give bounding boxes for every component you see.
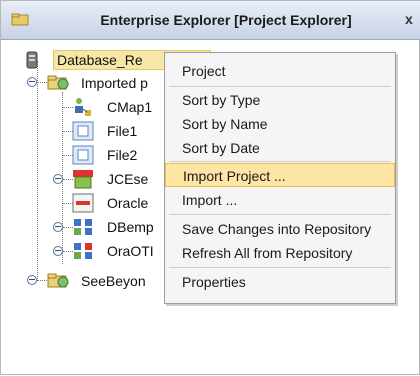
menu-item-label: Project — [182, 63, 226, 79]
tree-root-label: Database_Re — [57, 52, 143, 68]
oraoti-icon — [72, 240, 94, 262]
tree-item-label: Imported p — [81, 75, 148, 91]
tree-item-label: Oracle — [107, 195, 149, 211]
menu-separator — [169, 86, 391, 87]
collapse-icon[interactable] — [27, 77, 37, 87]
menu-item-label: Sort by Type — [182, 92, 261, 108]
tree-item-label: OraOTI — [107, 243, 154, 259]
project-folder-icon — [46, 73, 70, 91]
repository-icon — [26, 51, 38, 69]
menu-item-label: Properties — [182, 274, 246, 290]
tree-item-imported[interactable]: Imported p — [1, 71, 171, 95]
title-bar: Enterprise Explorer [Project Explorer] x — [1, 1, 420, 40]
tree-item-jcese[interactable]: JCEse — [1, 167, 171, 191]
oracle-icon — [72, 192, 94, 214]
menu-item-import-project[interactable]: Import Project ... — [165, 163, 395, 187]
menu-item-properties[interactable]: Properties — [165, 270, 395, 294]
project-folder-icon — [46, 271, 70, 289]
tree-item-label: DBemp — [107, 219, 154, 235]
menu-item-project[interactable]: Project — [165, 59, 395, 83]
menu-item-sort-by-name[interactable]: Sort by Name — [165, 112, 395, 136]
tree-item-label: File1 — [107, 123, 138, 139]
menu-item-label: Import Project ... — [183, 168, 286, 184]
window-title: Enterprise Explorer [Project Explorer] — [100, 12, 352, 28]
tree-item-label: File2 — [107, 147, 138, 163]
menu-item-import[interactable]: Import ... — [165, 188, 395, 212]
tree-item-file2[interactable]: File2 — [1, 143, 171, 167]
menu-item-label: Save Changes into Repository — [182, 221, 372, 237]
close-button[interactable]: x — [405, 11, 420, 29]
menu-item-label: Sort by Date — [182, 140, 260, 156]
menu-item-save-changes[interactable]: Save Changes into Repository — [165, 217, 395, 241]
file-icon — [72, 144, 94, 166]
menu-item-label: Refresh All from Repository — [182, 245, 353, 261]
tree-item-label: JCEse — [107, 171, 149, 187]
tree-item-file1[interactable]: File1 — [1, 119, 171, 143]
menu-item-label: Import ... — [182, 192, 238, 208]
menu-separator — [169, 161, 391, 162]
menu-item-label: Sort by Name — [182, 116, 268, 132]
context-menu: Project Sort by Type Sort by Name Sort b… — [164, 52, 396, 304]
file-icon — [72, 120, 94, 142]
menu-item-sort-by-type[interactable]: Sort by Type — [165, 88, 395, 112]
expand-icon[interactable] — [53, 174, 63, 184]
tree-item-oracle[interactable]: Oracle — [1, 191, 171, 215]
expand-icon[interactable] — [53, 246, 63, 256]
tree-item-dbemp[interactable]: DBemp — [1, 215, 171, 239]
dbemp-icon — [72, 216, 94, 238]
tree-item-cmap1[interactable]: CMap1 — [1, 95, 171, 119]
tree-item-oraoti[interactable]: OraOTI — [1, 239, 171, 263]
menu-item-refresh-all[interactable]: Refresh All from Repository — [165, 241, 395, 265]
explorer-panel: Enterprise Explorer [Project Explorer] x… — [0, 0, 420, 375]
expand-icon[interactable] — [53, 222, 63, 232]
tree-item-label: CMap1 — [107, 99, 153, 115]
tree-item-seebeyond[interactable]: SeeBeyon — [1, 269, 171, 293]
jar-icon — [72, 168, 94, 190]
explorer-icon — [11, 13, 29, 27]
connectivity-map-icon — [72, 96, 94, 118]
tree-item-label: SeeBeyon — [81, 273, 146, 289]
menu-separator — [169, 267, 391, 268]
menu-item-sort-by-date[interactable]: Sort by Date — [165, 136, 395, 160]
menu-separator — [169, 214, 391, 215]
expand-icon[interactable] — [27, 275, 37, 285]
